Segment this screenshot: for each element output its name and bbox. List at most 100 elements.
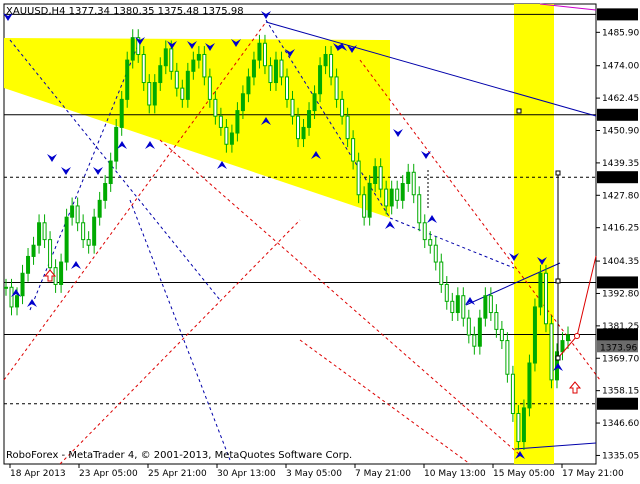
candle-body xyxy=(351,138,356,162)
y-tick-label: 1485.90 xyxy=(602,28,639,38)
x-tick-label: 23 Apr 05:00 xyxy=(79,469,138,479)
candle-body xyxy=(499,328,504,342)
candle-body xyxy=(301,126,306,140)
price-label: 1378.17 xyxy=(600,331,637,341)
candle-body xyxy=(147,82,152,106)
y-tick-label: 1335.05 xyxy=(602,451,639,461)
x-tick-label: 3 May 05:00 xyxy=(286,469,342,479)
candle-body xyxy=(26,255,31,274)
candle-body xyxy=(532,306,537,364)
candle-body xyxy=(169,48,174,72)
candle-body xyxy=(251,59,256,78)
x-tick-label: 18 Apr 2013 xyxy=(10,469,66,479)
candle-body xyxy=(356,160,361,196)
x-tick-label: 17 May 21:00 xyxy=(562,469,624,479)
candle-body xyxy=(285,76,289,100)
candle-body xyxy=(367,183,372,218)
candle-body xyxy=(207,76,212,100)
candle-body xyxy=(59,261,64,285)
candle-body xyxy=(191,59,196,72)
candle-body xyxy=(64,216,69,263)
candle-body xyxy=(516,413,521,443)
candle-body xyxy=(202,53,207,78)
candle-body xyxy=(566,334,570,342)
y-tick-label: 1369.70 xyxy=(602,354,639,364)
x-axis-ticks: 18 Apr 2013 23 Apr 05:00 25 Apr 21:00 30 Ap… xyxy=(9,464,624,479)
symbol-header: XAUUSD,H4 1377.34 1380.35 1375.48 1375.9… xyxy=(6,6,244,17)
marker-4 xyxy=(555,355,561,361)
marker-3 xyxy=(555,278,561,284)
candle-body xyxy=(180,87,185,100)
candle-body xyxy=(213,98,218,117)
candle-body xyxy=(246,76,251,95)
candle-body xyxy=(81,222,86,241)
candle-body xyxy=(400,183,405,201)
candle-body xyxy=(472,334,477,347)
copyright-text: RoboForex - MetaTrader 4, © 2001-2013, M… xyxy=(6,450,352,461)
candle-body xyxy=(174,70,179,89)
candle-body xyxy=(340,98,345,117)
y-tick-label: 1439.35 xyxy=(602,159,639,169)
candle-body xyxy=(279,59,284,78)
candle-body xyxy=(15,295,20,308)
candle-body xyxy=(417,194,422,224)
candle-body xyxy=(428,239,433,246)
candle-body xyxy=(488,295,493,314)
candle-body xyxy=(505,340,510,375)
candle-body xyxy=(411,171,416,196)
candle-body xyxy=(37,222,42,246)
y-tick-label: 1474.00 xyxy=(602,62,639,72)
y-tick-label: 1462.45 xyxy=(602,94,639,104)
marker-2 xyxy=(555,170,561,176)
candle-body xyxy=(538,272,543,308)
candle-body xyxy=(20,272,25,297)
y-axis-ticks: 1485.90 1474.00 1462.45 1450.90 1439.35 1427.… xyxy=(596,28,639,461)
candle-body xyxy=(560,340,565,353)
chart-window: XAUUSD,H4 1377.34 1380.35 1375.48 1375.9… xyxy=(0,0,640,480)
candle-body xyxy=(384,188,389,207)
candle-body xyxy=(125,59,130,100)
candle-body xyxy=(466,317,471,336)
candle-body xyxy=(218,115,223,128)
candle-body xyxy=(477,317,482,347)
candle-body xyxy=(549,323,554,381)
candle-body xyxy=(450,300,455,314)
price-label: 1353.49 xyxy=(600,401,637,411)
candle-body xyxy=(119,98,124,128)
candle-body xyxy=(141,53,146,84)
candle-body xyxy=(378,166,383,190)
candle-body xyxy=(42,222,47,241)
candle-body xyxy=(86,239,91,246)
price-label: 1373.96 xyxy=(600,343,637,353)
y-tick-label: 1392.80 xyxy=(602,289,639,299)
candle-body xyxy=(334,76,339,100)
candle-body xyxy=(389,188,394,207)
candle-body xyxy=(433,244,438,263)
candle-body xyxy=(70,205,75,218)
candle-body xyxy=(235,110,240,134)
price-label: 1434.25 xyxy=(600,174,637,184)
candle-body xyxy=(296,115,301,140)
candle-body xyxy=(152,82,157,106)
x-tick-label: 15 May 05:00 xyxy=(493,469,555,479)
candle-body xyxy=(257,42,262,61)
candle-body xyxy=(461,295,466,319)
candle-body xyxy=(422,222,427,241)
x-tick-label: 7 May 21:00 xyxy=(355,469,411,479)
y-tick-label: 1416.25 xyxy=(602,224,639,234)
candle-body xyxy=(527,362,532,409)
candle-body xyxy=(224,126,229,145)
candle-body xyxy=(158,65,163,84)
y-tick-label: 1404.35 xyxy=(602,257,639,267)
marker-1 xyxy=(516,108,522,114)
candle-body xyxy=(262,42,267,67)
candle-body xyxy=(373,166,378,185)
candle-body xyxy=(229,132,234,145)
candle-body xyxy=(75,205,80,224)
candle-body xyxy=(268,65,273,84)
candle-body xyxy=(103,183,108,201)
price-label: 1396.73 xyxy=(600,279,637,289)
candle-body xyxy=(362,194,367,218)
candle-body xyxy=(240,93,245,112)
candle-body xyxy=(196,53,201,61)
